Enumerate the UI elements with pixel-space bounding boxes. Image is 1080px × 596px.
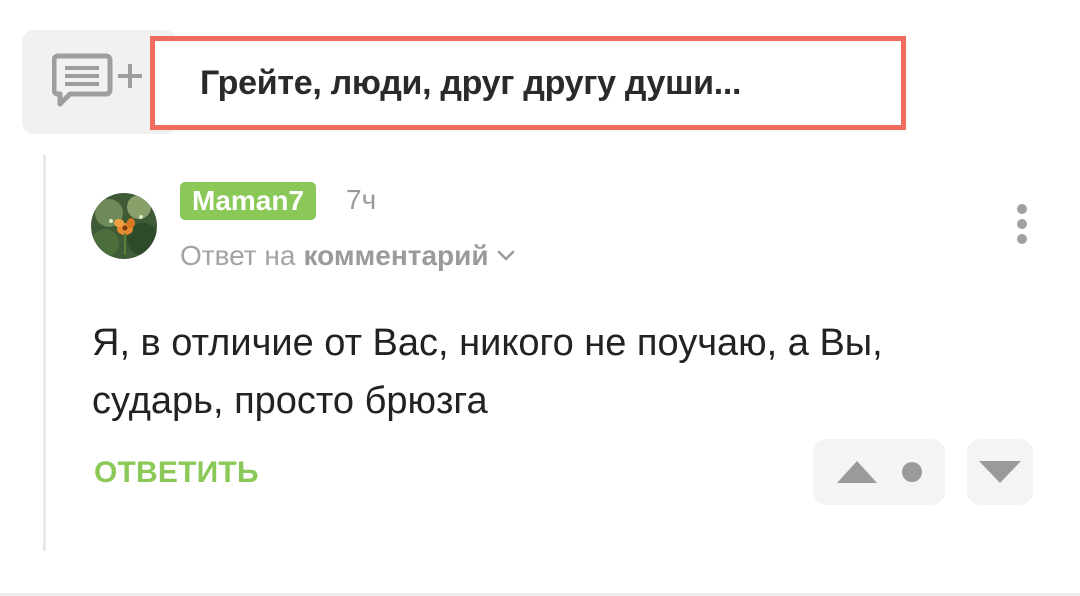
- chevron-down-icon[interactable]: [497, 250, 515, 262]
- triangle-down-icon[interactable]: [977, 459, 1023, 485]
- post-title[interactable]: Грейте, люди, друг другу души...: [200, 64, 742, 103]
- vote-panel: [813, 439, 945, 505]
- dot-icon: [902, 462, 922, 482]
- vote-down-panel: [967, 439, 1033, 505]
- comment-add-icon[interactable]: [52, 52, 152, 114]
- triangle-up-icon[interactable]: [835, 459, 879, 485]
- reply-to-comment-link[interactable]: комментарий: [303, 240, 488, 272]
- reply-to-line[interactable]: Ответ на комментарий: [180, 240, 515, 272]
- avatar-image: [91, 193, 157, 259]
- more-vertical-icon[interactable]: [1004, 200, 1040, 250]
- post-title-link[interactable]: Грейте, люди, друг другу души...: [150, 36, 906, 130]
- avatar[interactable]: [91, 193, 157, 259]
- thread-line: [43, 155, 46, 551]
- comment-text: Я, в отличие от Вас, никого не поучаю, а…: [92, 322, 883, 422]
- reply-to-prefix: Ответ на: [180, 240, 296, 271]
- comment-time: 7ч: [346, 184, 377, 215]
- reply-button[interactable]: ОТВЕТИТЬ: [94, 456, 259, 490]
- username-badge[interactable]: Maman7: [180, 182, 317, 220]
